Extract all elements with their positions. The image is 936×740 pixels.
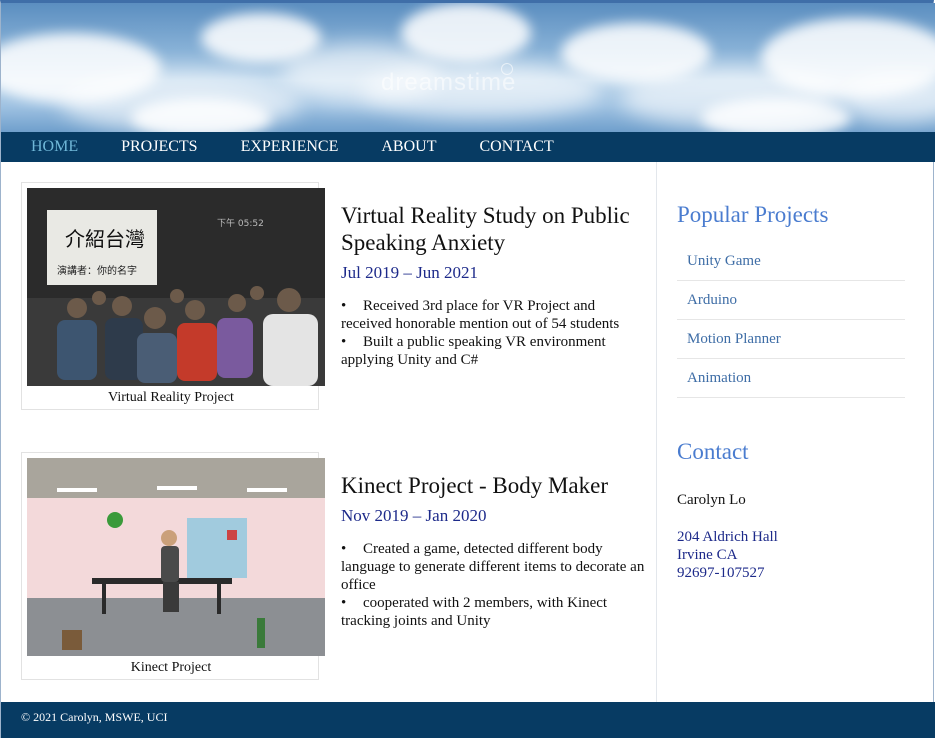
- footer: © 2021 Carolyn, MSWE, UCI: [1, 702, 935, 738]
- popular-item-motion-planner[interactable]: Motion Planner: [677, 320, 905, 359]
- bullet-item: • cooperated with 2 members, with Kinect …: [341, 595, 608, 629]
- project-caption: Kinect Project: [130, 660, 212, 675]
- main-nav: HOME PROJECTS EXPERIENCE ABOUT CONTACT: [1, 132, 935, 162]
- kinect-office-image: [27, 458, 325, 656]
- address-line: 92697-107527: [677, 565, 765, 581]
- popular-projects-list: Unity Game Arduino Motion Planner Animat…: [677, 242, 905, 398]
- clock-text: 下午 05:52: [217, 217, 264, 229]
- project-thumbnail[interactable]: Kinect Project: [21, 452, 325, 680]
- address-block: 204 Aldrich Hall Irvine CA 92697-107527: [677, 528, 778, 582]
- project-caption: Virtual Reality Project: [108, 390, 234, 405]
- address-line: Irvine CA: [677, 547, 738, 563]
- banner-watermark: dreamstime: [381, 69, 517, 96]
- contact-heading: Contact: [677, 439, 749, 464]
- bullet-item: • Built a public speaking VR environment …: [341, 334, 606, 368]
- project-date: Jul 2019 – Jun 2021: [341, 263, 478, 282]
- popular-item-animation[interactable]: Animation: [677, 359, 905, 398]
- nav-home[interactable]: HOME: [31, 138, 78, 156]
- project-bullets: • Created a game, detected different body…: [341, 540, 649, 630]
- contact-name: Carolyn Lo: [677, 492, 746, 508]
- header-banner-image: dreamstime: [1, 3, 935, 132]
- bullet-item: • Created a game, detected different body…: [341, 541, 645, 593]
- nav-projects[interactable]: PROJECTS: [121, 138, 197, 156]
- project-bullets: • Received 3rd place for VR Project and r…: [341, 297, 649, 369]
- popular-item-arduino[interactable]: Arduino: [677, 281, 905, 320]
- nav-about[interactable]: ABOUT: [381, 138, 436, 156]
- popular-item-unity-game[interactable]: Unity Game: [677, 242, 905, 281]
- project-date: Nov 2019 – Jan 2020: [341, 506, 487, 525]
- vr-classroom-image: 介紹台灣 演講者：你的名字 下午 05:52: [27, 188, 325, 386]
- project-details: Kinect Project - Body Maker Nov 2019 – J…: [341, 472, 649, 630]
- registered-mark-icon: [501, 63, 513, 75]
- nav-contact[interactable]: CONTACT: [479, 138, 553, 156]
- project-title: Virtual Reality Study on Public Speaking…: [341, 203, 630, 255]
- sidebar: Popular Projects Unity Game Arduino Moti…: [656, 162, 935, 702]
- nav-experience[interactable]: EXPERIENCE: [241, 138, 339, 156]
- address-line: 204 Aldrich Hall: [677, 529, 778, 545]
- project-thumbnail[interactable]: 介紹台灣 演講者：你的名字 下午 05:52 Virtual Reality P…: [21, 182, 325, 410]
- project-title: Kinect Project - Body Maker: [341, 473, 608, 498]
- slide-title-text: 介紹台灣: [65, 227, 145, 251]
- project-details: Virtual Reality Study on Public Speaking…: [341, 202, 649, 369]
- popular-projects-heading: Popular Projects: [677, 202, 829, 227]
- slide-subtitle-text: 演講者：你的名字: [57, 264, 137, 277]
- main-content: 介紹台灣 演講者：你的名字 下午 05:52 Virtual Reality P…: [1, 162, 656, 702]
- copyright-text: © 2021 Carolyn, MSWE, UCI: [21, 710, 168, 724]
- bullet-item: • Received 3rd place for VR Project and r…: [341, 298, 620, 332]
